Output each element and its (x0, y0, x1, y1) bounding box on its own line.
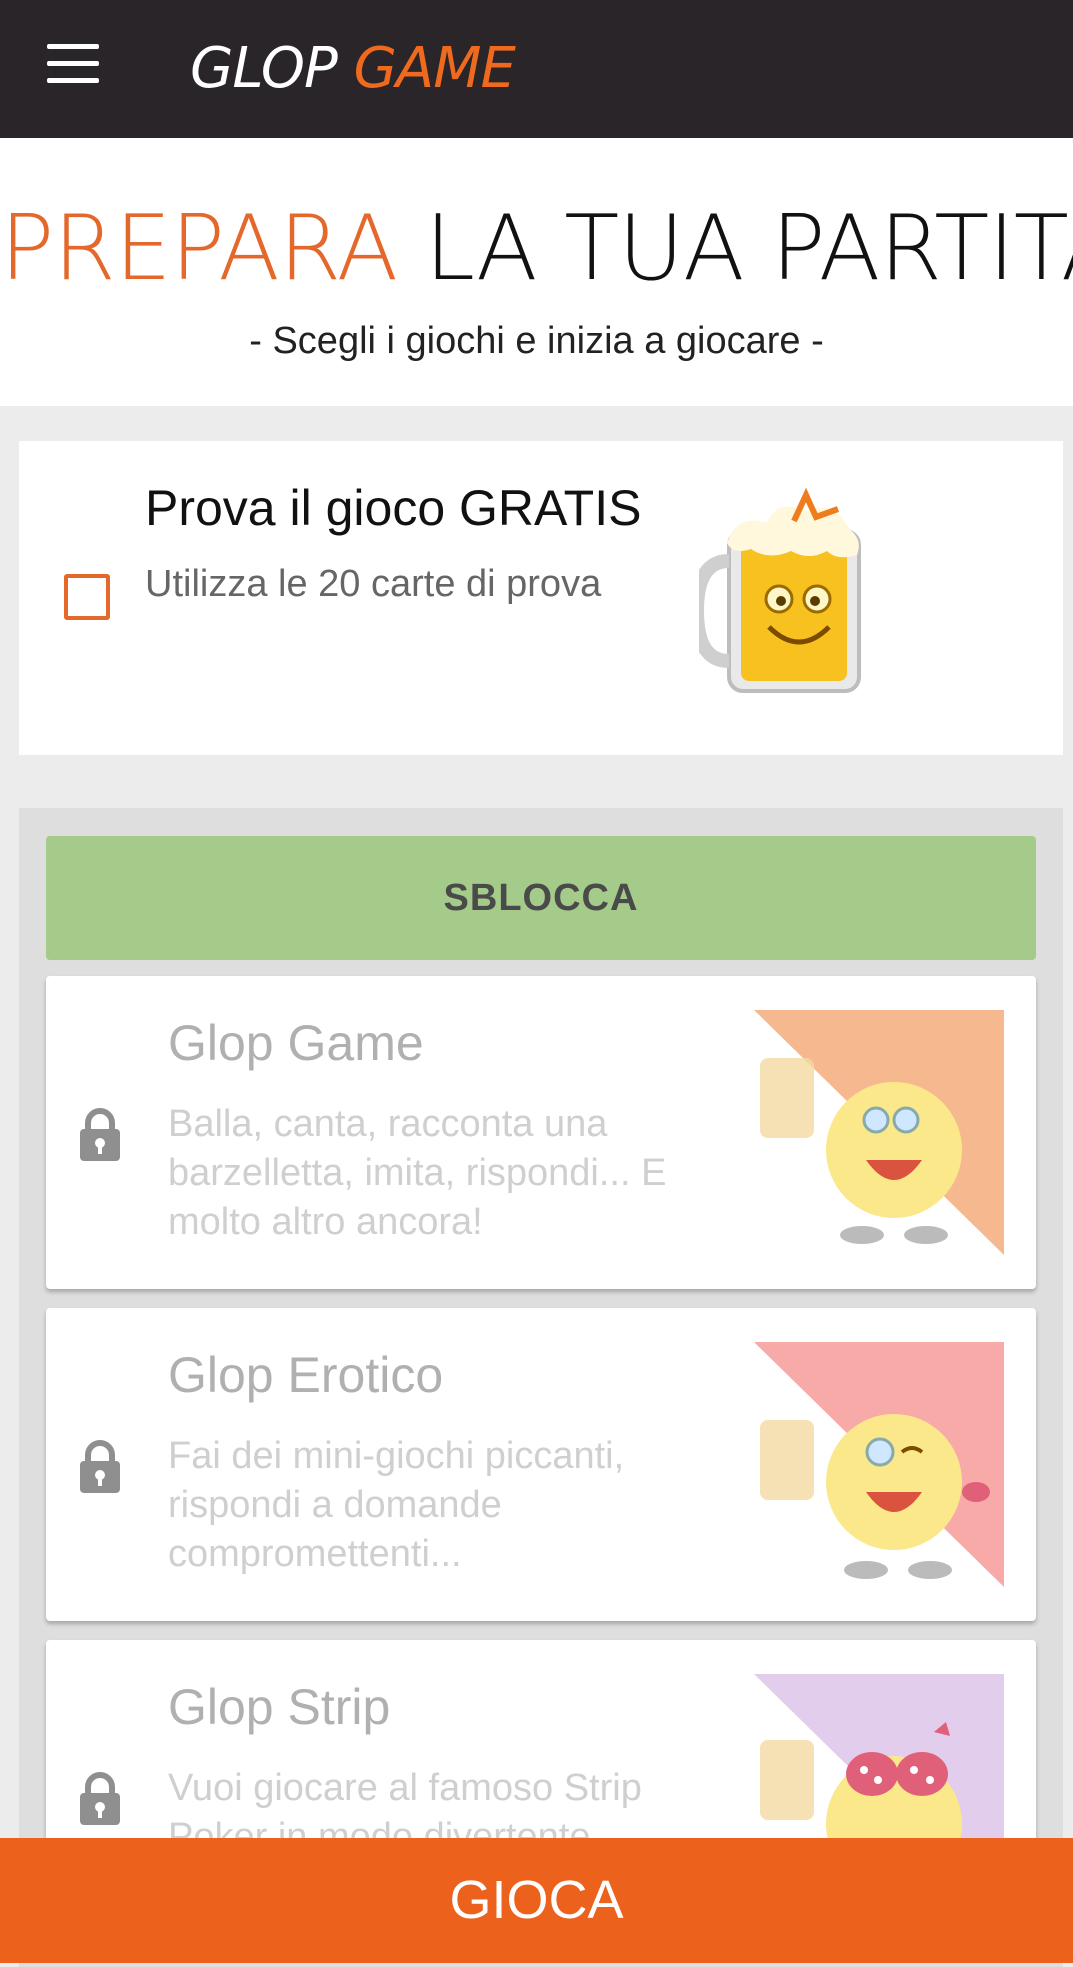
lock-icon (80, 1440, 120, 1493)
game-name: Glop Game (168, 1015, 424, 1071)
game-name: Glop Strip (168, 1679, 391, 1735)
page-title-rest: LA TUA PARTITA (424, 196, 1073, 301)
free-trial-card[interactable]: Prova il gioco GRATIS Utilizza le 20 car… (19, 441, 1063, 755)
game-name: Glop Erotico (168, 1347, 444, 1403)
glop-game-mascot-icon (754, 1010, 1004, 1255)
page-title-accent: PREPARA (0, 196, 398, 301)
free-trial-checkbox[interactable] (64, 574, 110, 620)
page-title: PREPARA LA TUA PARTITA (0, 196, 1073, 301)
game-description: Balla, canta, racconta una barzelletta, … (168, 1103, 667, 1243)
heading-panel: PREPARA LA TUA PARTITA - Scegli i giochi… (0, 138, 1073, 406)
logo-word-game: GAME (353, 36, 516, 101)
app-logo: GLOP GAME (190, 36, 516, 101)
beer-mug-mascot-icon (699, 487, 861, 693)
unlock-button[interactable]: SBLOCCA (46, 836, 1036, 960)
free-trial-subtitle: Utilizza le 20 carte di prova (145, 563, 602, 605)
free-trial-title: Prova il gioco GRATIS (145, 480, 642, 536)
lock-icon (80, 1108, 120, 1161)
game-description: Fai dei mini-giochi piccanti, rispondi a… (168, 1435, 625, 1575)
logo-word-glop: GLOP (190, 36, 338, 101)
hamburger-menu-icon[interactable] (40, 44, 106, 90)
lock-icon (80, 1772, 120, 1825)
locked-games-panel: SBLOCCA Glop Game Balla, canta, racconta… (19, 808, 1063, 1967)
game-card-glop-game[interactable]: Glop Game Balla, canta, racconta una bar… (46, 976, 1036, 1289)
app-bar: GLOP GAME (0, 0, 1073, 138)
game-card-glop-erotico[interactable]: Glop Erotico Fai dei mini-giochi piccant… (46, 1308, 1036, 1621)
page-subtitle: - Scegli i giochi e inizia a giocare - (249, 320, 824, 362)
play-button[interactable]: GIOCA (0, 1838, 1073, 1963)
glop-erotico-mascot-icon (754, 1342, 1004, 1587)
